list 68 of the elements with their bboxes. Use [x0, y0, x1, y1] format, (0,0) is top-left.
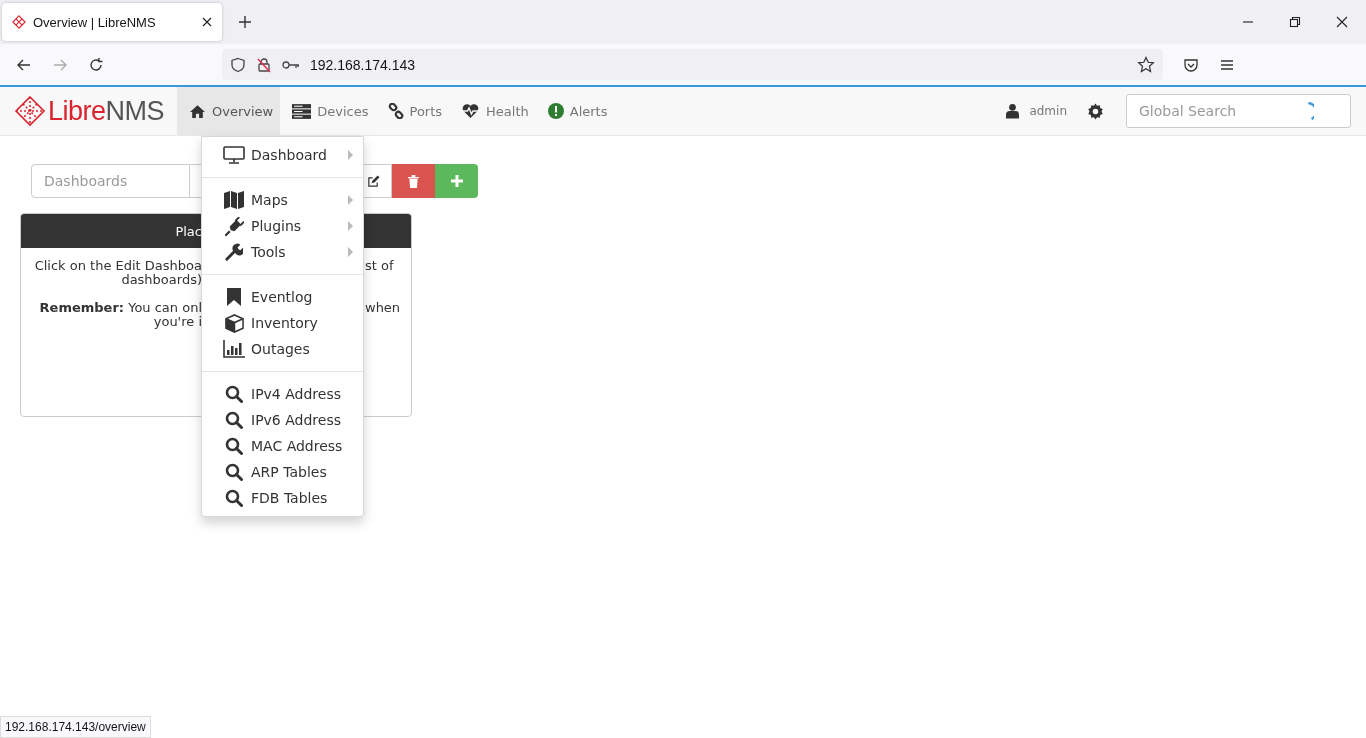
menu-item[interactable]: IPv4 Address	[202, 381, 363, 407]
settings-icon[interactable]	[1087, 102, 1104, 120]
exclamation-icon	[547, 103, 564, 119]
key-icon[interactable]	[282, 58, 300, 71]
menu-item[interactable]: IPv6 Address	[202, 407, 363, 433]
delete-button[interactable]	[392, 164, 435, 198]
search-icon	[223, 489, 245, 507]
menu-item[interactable]: FDB Tables	[202, 485, 363, 511]
restore-icon[interactable]	[1289, 16, 1301, 28]
panel-text: you're i	[153, 314, 202, 329]
new-tab-icon[interactable]	[238, 15, 252, 29]
status-url: 192.168.174.143/overview	[0, 716, 151, 738]
plug-icon	[223, 216, 245, 236]
edit-icon	[366, 174, 380, 188]
menu-item[interactable]: Maps	[202, 187, 363, 213]
menu-item[interactable]: Outages	[202, 336, 363, 362]
cube-icon	[223, 313, 245, 333]
logo-icon	[12, 15, 26, 29]
lock-icon[interactable]	[256, 56, 272, 73]
panel-text: st of	[365, 258, 394, 273]
search-icon	[223, 463, 245, 481]
shield-icon[interactable]	[230, 56, 246, 73]
search-field[interactable]: Global Search	[1126, 94, 1351, 128]
user-icon[interactable]	[1006, 103, 1020, 119]
menu-item[interactable]: MAC Address	[202, 433, 363, 459]
panel-text: Remember: You can onl	[39, 300, 202, 315]
user-link[interactable]: admin	[1029, 104, 1067, 118]
dashboard-field[interactable]: Dashboards	[31, 164, 190, 198]
heartbeat-icon	[461, 103, 481, 119]
monitor-icon	[223, 146, 245, 164]
menu-item[interactable]: Eventlog	[202, 284, 363, 310]
panel-title: Plac	[174, 223, 202, 239]
nav-item[interactable]: Devices	[280, 87, 376, 135]
wrench-icon	[223, 243, 245, 261]
logo-icon[interactable]	[14, 95, 46, 127]
map-icon	[223, 191, 245, 209]
search-icon	[223, 411, 245, 429]
panel-text: dashboards)	[121, 272, 202, 287]
close-icon[interactable]	[1336, 16, 1348, 28]
panel-text: when	[365, 300, 401, 315]
trash-icon	[408, 174, 419, 188]
url-text: 192.168.174.143	[310, 56, 416, 73]
menu-item[interactable]: Dashboard	[202, 142, 363, 168]
logo-text[interactable]: LibreNMS	[48, 95, 165, 127]
star-icon[interactable]	[1137, 55, 1155, 74]
nav-item[interactable]: Alerts	[535, 87, 615, 135]
nav-item[interactable]: Ports	[375, 87, 450, 135]
panel-text: Click on the Edit Dashboa	[34, 258, 202, 273]
menu-item[interactable]: Inventory	[202, 310, 363, 336]
nav-item[interactable]: Overview	[177, 87, 281, 135]
spinner-icon	[1307, 102, 1314, 120]
home-icon	[189, 103, 207, 119]
chain-link-icon	[387, 103, 404, 119]
search-icon	[223, 437, 245, 455]
menu-item[interactable]: ARP Tables	[202, 459, 363, 485]
pocket-icon[interactable]	[1183, 56, 1199, 73]
menu-item[interactable]: Tools	[202, 239, 363, 265]
plus-icon	[450, 175, 463, 187]
reload-icon[interactable]	[88, 56, 104, 73]
address-bar[interactable]: 192.168.174.143	[222, 49, 1163, 80]
menu-item[interactable]: Plugins	[202, 213, 363, 239]
bar-chart-icon	[223, 340, 245, 358]
server-icon	[292, 103, 312, 119]
search-icon	[223, 385, 245, 403]
tab-title: Overview | LibreNMS	[33, 14, 157, 30]
close-icon[interactable]	[202, 17, 212, 27]
nav-item[interactable]: Health	[449, 87, 536, 135]
browser-tab[interactable]: Overview | LibreNMS	[2, 3, 222, 41]
